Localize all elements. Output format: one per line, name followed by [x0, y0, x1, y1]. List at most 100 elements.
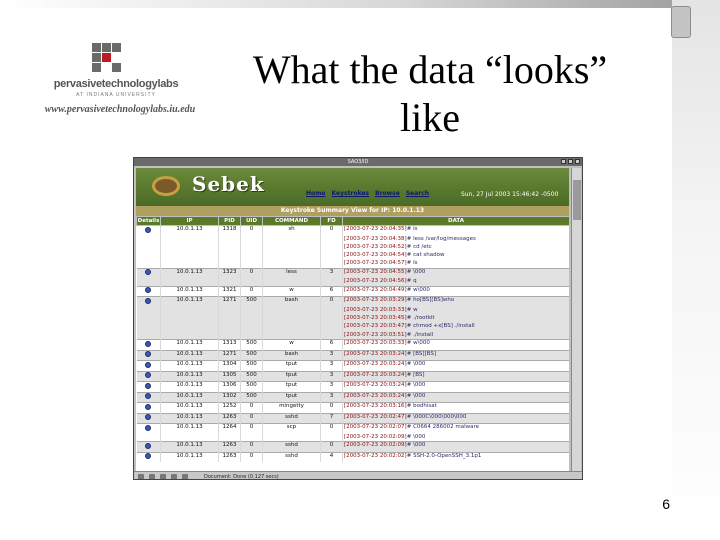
empty-cell — [136, 251, 161, 261]
keystroke-text: # bodhisat — [406, 403, 437, 410]
nav-browse[interactable]: Browse — [375, 190, 400, 197]
keystroke-text: # \000 — [406, 392, 426, 399]
keystroke-text: # SSH-2.0-OpenSSH_3.1p1 — [406, 452, 482, 459]
details-icon[interactable] — [145, 226, 152, 233]
col-ip[interactable]: IP — [160, 216, 219, 226]
details-icon[interactable] — [145, 361, 152, 368]
timestamp: [2003-07-23 20:03:29] — [344, 297, 407, 304]
fd-cell: 3 — [320, 349, 343, 361]
right-edge-strip — [672, 0, 720, 540]
details-icon[interactable] — [145, 287, 152, 294]
data-cell: [2003-07-23 20:02:07]# C0664 286002 malw… — [342, 423, 569, 434]
table-row: [2003-07-23 20:03:33]# w — [136, 306, 569, 316]
fd-cell: 3 — [320, 381, 343, 393]
fd-cell: 0 — [320, 423, 343, 434]
details-icon[interactable] — [145, 340, 152, 347]
details-cell — [136, 441, 161, 453]
details-icon[interactable] — [145, 403, 152, 410]
table-row: [2003-07-23 20:03:47]# chmod +x[BS] ./in… — [136, 323, 569, 332]
fd-cell: 3 — [320, 370, 343, 382]
ptl-logo: pervasivetechnologylabs AT INDIANA UNIVE… — [30, 40, 210, 130]
logo-subtitle: AT INDIANA UNIVERSITY — [76, 92, 156, 98]
empty-cell — [262, 251, 321, 261]
timestamp: [2003-07-23 20:03:51] — [344, 331, 407, 338]
details-icon[interactable] — [145, 269, 152, 276]
command-cell: less — [262, 267, 321, 279]
window-titlebar: SAO3/ID — [134, 158, 582, 166]
table-row: 10.0.1.13 1271 500 bash 3 [2003-07-23 20:03:2… — [136, 349, 569, 361]
details-icon[interactable] — [145, 382, 152, 389]
keystroke-text: # less /var/log/messages — [406, 235, 476, 242]
pid-cell: 1271 — [218, 349, 241, 361]
col-details[interactable]: Details — [136, 216, 161, 226]
mail-icon[interactable] — [149, 474, 155, 479]
details-icon[interactable] — [145, 442, 152, 449]
keystroke-text: # \000 — [406, 382, 426, 389]
uid-cell: 500 — [240, 391, 263, 403]
address-book-icon[interactable] — [171, 474, 177, 479]
col-pid[interactable]: PID — [218, 216, 241, 226]
page-number: 6 — [662, 496, 670, 512]
ip-cell: 10.0.1.13 — [160, 285, 219, 297]
col-data[interactable]: DATA — [342, 216, 569, 226]
command-cell: sshd — [262, 451, 321, 463]
uid-cell: 0 — [240, 402, 263, 414]
details-cell — [136, 423, 161, 434]
table-row: 10.0.1.13 1306 500 tput 3 [2003-07-23 20:03:2… — [136, 381, 569, 393]
table-row: 10.0.1.13 1263 0 sshd 7 [2003-07-23 20:02:47]… — [136, 412, 569, 424]
details-icon[interactable] — [145, 424, 152, 431]
col-fd[interactable]: FD — [320, 216, 343, 226]
details-icon[interactable] — [145, 372, 152, 379]
details-icon[interactable] — [145, 351, 152, 358]
fd-cell: 3 — [320, 267, 343, 279]
ip-cell: 10.0.1.13 — [160, 349, 219, 361]
data-cell: [2003-07-23 20:03:29]# ho[BS][BS]who — [342, 296, 569, 307]
ip-cell: 10.0.1.13 — [160, 423, 219, 434]
app-name: Sebek — [192, 172, 265, 196]
keystroke-text: # cd /etc — [406, 243, 432, 250]
nav-search[interactable]: Search — [406, 190, 429, 197]
command-cell: tput — [262, 370, 321, 382]
empty-cell — [160, 235, 219, 244]
timestamp: [2003-07-23 20:03:33] — [344, 306, 407, 313]
details-icon[interactable] — [145, 414, 152, 421]
timestamp: [2003-07-23 20:04:54] — [344, 251, 407, 258]
slide-title-line2: like — [400, 95, 460, 140]
details-icon[interactable] — [145, 393, 152, 400]
nav-home[interactable]: Home — [306, 190, 325, 197]
details-icon[interactable] — [145, 453, 152, 460]
pid-cell: 1305 — [218, 370, 241, 382]
data-cell: [2003-07-23 20:02:47]# \000C\000\000\000 — [342, 412, 569, 424]
nav-keystrokes[interactable]: Keystrokes — [331, 190, 369, 197]
maximize-icon[interactable] — [568, 159, 573, 164]
empty-cell — [320, 433, 343, 442]
uid-cell: 0 — [240, 412, 263, 424]
col-command[interactable]: COMMAND — [262, 216, 321, 226]
details-cell — [136, 285, 161, 297]
scrollbar-thumb[interactable] — [573, 180, 581, 220]
col-uid[interactable]: UID — [240, 216, 263, 226]
keystroke-text: # \000 — [406, 268, 426, 275]
keystroke-text: # ./install — [406, 331, 434, 338]
minimize-icon[interactable] — [561, 159, 566, 164]
status-text: Document: Done (0.127 secs) — [204, 474, 279, 480]
ip-cell: 10.0.1.13 — [160, 381, 219, 393]
table-row: 10.0.1.13 1302 500 tput 3 [2003-07-23 20:03:2… — [136, 391, 569, 403]
composer-icon[interactable] — [160, 474, 166, 479]
details-icon[interactable] — [145, 297, 152, 304]
keystroke-text: # w\000 — [406, 286, 430, 293]
ip-cell: 10.0.1.13 — [160, 296, 219, 307]
timestamp: [2003-07-23 20:03:24] — [344, 350, 407, 357]
empty-cell — [160, 306, 219, 316]
table-row: 10.0.1.13 1323 0 less 3 [2003-07-23 20:04:55]… — [136, 267, 569, 279]
data-cell: [2003-07-23 20:04:54]# cat shadow — [342, 251, 569, 261]
vertical-scrollbar[interactable] — [571, 168, 581, 471]
empty-cell — [136, 331, 161, 340]
timestamp: [2003-07-23 20:03:24] — [344, 382, 407, 389]
uid-cell: 500 — [240, 349, 263, 361]
timestamp: [2003-07-23 20:04:38] — [344, 235, 407, 242]
keystroke-text: # w\000 — [406, 340, 430, 347]
close-icon[interactable] — [575, 159, 580, 164]
navigator-icon[interactable] — [138, 474, 144, 479]
timestamp: [2003-07-23 20:04:49] — [344, 286, 407, 293]
